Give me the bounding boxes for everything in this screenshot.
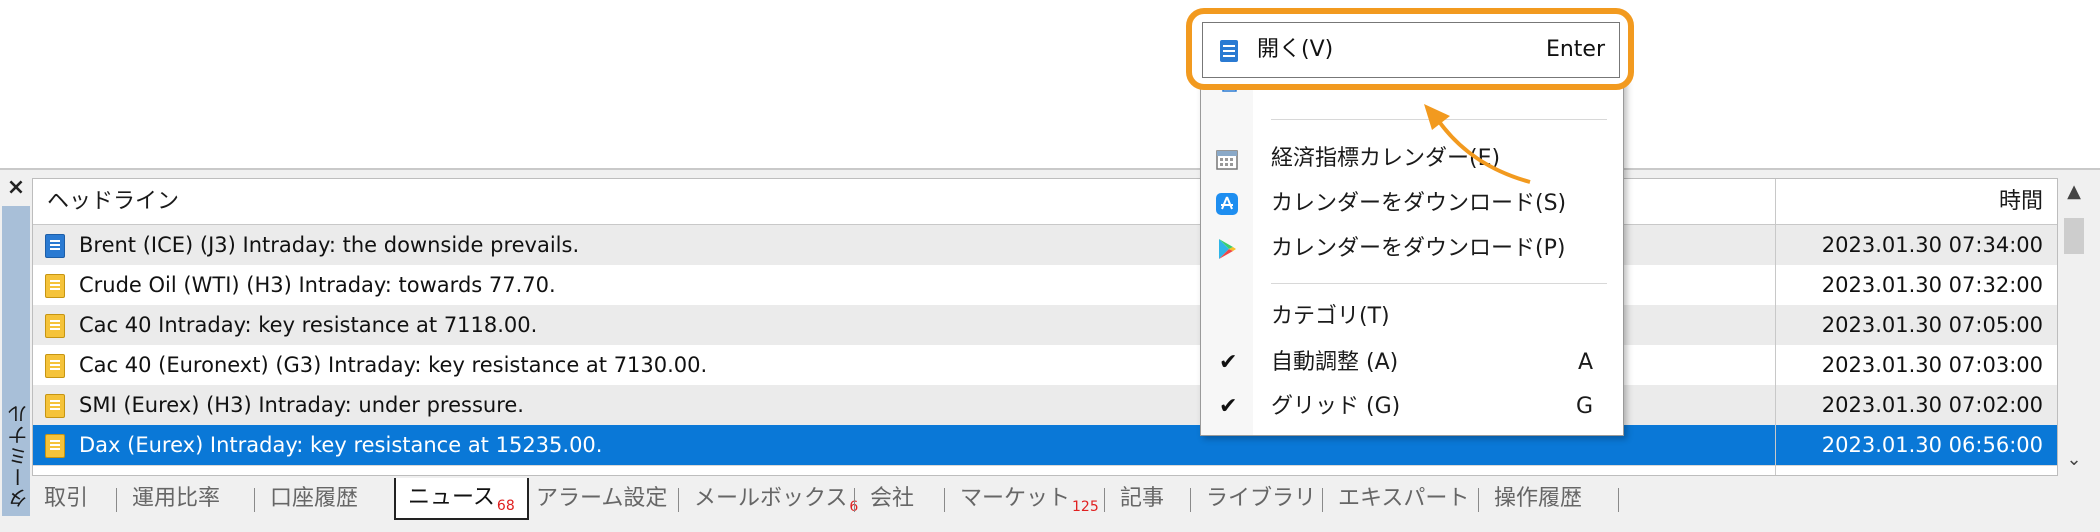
tab-label: 記事 xyxy=(1120,486,1165,511)
tab-separator xyxy=(678,488,679,512)
row-headline: SMI (Eurex) (H3) Intraday: under pressur… xyxy=(79,393,524,417)
terminal-side-title: ターミナル xyxy=(2,206,31,516)
table-row[interactable]: Dax (Eurex) Intraday: key resistance at … xyxy=(33,425,2057,466)
tab-3[interactable]: ニュース 68 xyxy=(394,478,529,520)
tab-4[interactable]: アラーム設定 xyxy=(524,482,679,516)
app-store-icon xyxy=(1216,193,1238,215)
tab-count-badge: 125 xyxy=(1072,499,1099,515)
tab-label: ライブラリ xyxy=(1206,486,1317,511)
table-row[interactable]: Cac 40 (Euronext) (G3) Intraday: key res… xyxy=(33,345,2057,386)
tab-separator xyxy=(1322,488,1323,512)
column-separator[interactable] xyxy=(1775,179,1776,475)
tab-label: メールボックス xyxy=(694,486,848,511)
row-headline: Cac 40 Intraday: key resistance at 7118.… xyxy=(79,313,538,337)
close-button[interactable]: × xyxy=(4,176,28,200)
row-time: 2023.01.30 07:03:00 xyxy=(1821,353,2043,377)
row-headline: Crude Oil (WTI) (H3) Intraday: towards 7… xyxy=(79,273,556,297)
calendar-icon xyxy=(1216,150,1238,170)
news-item-icon xyxy=(45,274,65,298)
row-time: 2023.01.30 07:32:00 xyxy=(1821,273,2043,297)
table-row[interactable]: Brent (ICE) (J3) Intraday: the downside … xyxy=(33,225,2057,266)
google-play-icon xyxy=(1219,239,1236,259)
menu-item-open[interactable]: 開く(V) Enter xyxy=(1202,22,1620,78)
news-table: ヘッドライン 時間 Brent (ICE) (J3) Intraday: the… xyxy=(32,178,2058,476)
tab-separator xyxy=(116,488,117,512)
menu-separator xyxy=(1271,283,1607,284)
annotation-arrow-icon xyxy=(1424,104,1531,184)
scroll-up-icon[interactable]: ▲ xyxy=(2058,178,2090,206)
tab-separator xyxy=(1478,488,1479,512)
tab-separator xyxy=(1190,488,1191,512)
news-item-icon xyxy=(45,314,65,338)
side-title-label: ターミナル xyxy=(7,403,31,508)
tab-8[interactable]: 記事 xyxy=(1108,482,1176,516)
tab-label: ニュース xyxy=(408,485,495,510)
highlight-open-item: 開く(V) Enter xyxy=(1186,8,1634,90)
tab-separator xyxy=(854,488,855,512)
document-icon xyxy=(1220,40,1238,62)
tab-7[interactable]: マーケット 125 xyxy=(948,482,1111,516)
menu-item-category[interactable]: カテゴリ(T) xyxy=(1201,295,1623,339)
table-row[interactable]: Cac 40 Intraday: key resistance at 7118.… xyxy=(33,305,2057,346)
tab-10[interactable]: エキスパート xyxy=(1326,482,1481,516)
tab-1[interactable]: 運用比率 xyxy=(120,482,232,516)
tab-label: 取引 xyxy=(44,486,89,511)
menu-item-auto-adjust[interactable]: ✔ 自動調整 (A) A xyxy=(1201,341,1623,385)
terminal-tabs: 取引 運用比率 口座履歴 ニュース68 アラーム設定メールボックス6会社 マーケット125… xyxy=(32,476,2072,520)
row-headline: Dax (Eurex) Intraday: key resistance at … xyxy=(79,433,603,457)
tab-separator xyxy=(1618,488,1619,512)
tab-5[interactable]: メールボックス6 xyxy=(682,482,870,516)
tab-label: 会社 xyxy=(870,486,915,511)
row-time: 2023.01.30 07:34:00 xyxy=(1821,233,2043,257)
row-headline: Brent (ICE) (J3) Intraday: the downside … xyxy=(79,233,580,257)
tab-label: エキスパート xyxy=(1338,486,1470,511)
terminal-window: × ターミナル ヘッドライン 時間 Brent (ICE) (J3) Intra… xyxy=(0,168,2100,532)
tab-9[interactable]: ライブラリ xyxy=(1194,482,1328,516)
check-icon: ✔ xyxy=(1219,394,1238,419)
table-row[interactable]: Crude Oil (WTI) (H3) Intraday: towards 7… xyxy=(33,265,2057,306)
tab-label: 操作履歴 xyxy=(1494,486,1583,511)
scroll-down-icon[interactable]: ⌄ xyxy=(2058,446,2090,474)
tab-6[interactable]: 会社 xyxy=(858,482,926,516)
row-time: 2023.01.30 07:05:00 xyxy=(1821,313,2043,337)
news-item-icon xyxy=(45,234,65,258)
row-headline: Cac 40 (Euronext) (G3) Intraday: key res… xyxy=(79,353,708,377)
vertical-scrollbar[interactable]: ▲ ⌄ xyxy=(2058,178,2090,474)
tab-label: 運用比率 xyxy=(132,486,221,511)
column-header-headline[interactable]: ヘッドライン xyxy=(47,179,179,224)
tab-label: マーケット xyxy=(960,486,1071,511)
news-item-icon xyxy=(45,394,65,418)
tab-separator xyxy=(254,488,255,512)
tab-2[interactable]: 口座履歴 xyxy=(258,482,370,516)
tab-separator xyxy=(1104,488,1105,512)
tab-count-badge: 68 xyxy=(496,498,515,514)
column-header-time[interactable]: 時間 xyxy=(1999,179,2043,224)
tab-separator xyxy=(944,488,945,512)
tab-label: アラーム設定 xyxy=(536,486,668,511)
row-time: 2023.01.30 06:56:00 xyxy=(1821,433,2043,457)
menu-item-download-calendar-googleplay[interactable]: カレンダーをダウンロード(P) xyxy=(1201,227,1623,271)
scroll-thumb[interactable] xyxy=(2064,218,2084,254)
news-item-icon xyxy=(45,434,65,458)
news-item-icon xyxy=(45,354,65,378)
tab-11[interactable]: 操作履歴 xyxy=(1482,482,1594,516)
table-row[interactable]: SMI (Eurex) (H3) Intraday: under pressur… xyxy=(33,385,2057,426)
tab-label: 口座履歴 xyxy=(270,486,359,511)
check-icon: ✔ xyxy=(1219,350,1238,375)
menu-item-grid[interactable]: ✔ グリッド (G) G xyxy=(1201,385,1623,429)
row-time: 2023.01.30 07:02:00 xyxy=(1821,393,2043,417)
tab-0[interactable]: 取引 xyxy=(32,482,100,516)
table-header: ヘッドライン 時間 xyxy=(33,179,2057,225)
